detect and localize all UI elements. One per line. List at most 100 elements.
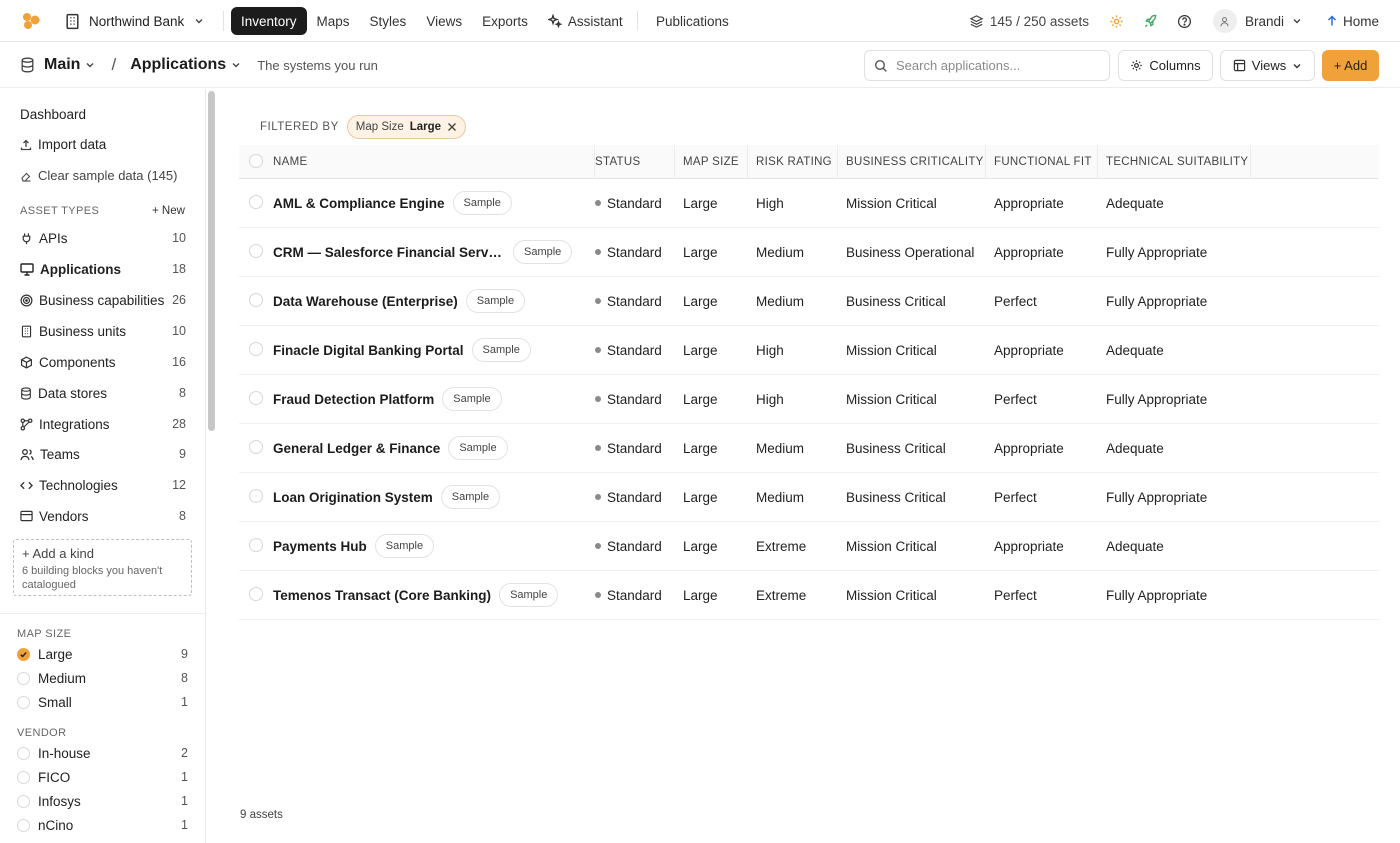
rocket-icon[interactable] [1141,11,1161,31]
column-header-business-criticality[interactable]: BUSINESS CRITICALITY [838,145,986,179]
facet-vendor-ncino[interactable]: nCino 1 [17,815,188,835]
sidebar-item-business-capabilities[interactable]: Business capabilities 26 [20,289,186,311]
columns-button[interactable]: Columns [1118,50,1213,81]
row-checkbox[interactable] [249,489,263,503]
sample-badge: Sample [374,534,435,558]
sample-badge: Sample [440,485,501,509]
nav-maps[interactable]: Maps [307,7,360,35]
search-input[interactable] [896,58,1096,73]
row-checkbox[interactable] [249,587,263,601]
facet-map-size-small[interactable]: Small 1 [17,692,188,712]
page-tagline: The systems you run [257,57,378,73]
sidebar-item-label: APIs [39,230,68,246]
cell-business-criticality: Business Critical [846,293,946,309]
views-button[interactable]: Views [1220,50,1315,81]
sidebar-item-vendors[interactable]: Vendors 8 [20,505,186,527]
sidebar-item-business-units[interactable]: Business units 10 [20,320,186,342]
column-header-technical-suitability[interactable]: TECHNICAL SUITABILITY [1098,145,1251,179]
sidebar-item-integrations[interactable]: Integrations 28 [20,413,186,435]
facet-vendor-in-house[interactable]: In-house 2 [17,743,188,763]
add-button[interactable]: + Add [1322,50,1379,81]
network-icon [20,418,33,431]
sidebar-clear-sample[interactable]: Clear sample data (145) [20,168,177,183]
cell-name[interactable]: Fraud Detection Platform Sample [265,375,502,423]
user-menu[interactable]: Brandi [1212,9,1302,33]
row-checkbox[interactable] [249,342,263,356]
search-box[interactable] [864,50,1110,81]
row-checkbox[interactable] [249,440,263,454]
facet-map-size-large[interactable]: Large 9 [17,644,188,664]
cell-name[interactable]: Temenos Transact (Core Banking) Sample [265,571,559,619]
cell-map-size: Large [683,195,718,211]
table-row[interactable]: Loan Origination System Sample Standard Lar… [239,473,1379,522]
cell-name[interactable]: Payments Hub Sample [265,522,435,570]
help-icon[interactable] [1175,11,1195,31]
cell-name[interactable]: General Ledger & Finance Sample [265,424,508,472]
column-header-functional-fit[interactable]: FUNCTIONAL FIT [986,145,1098,179]
table-row[interactable]: General Ledger & Finance Sample Standard La… [239,424,1379,473]
nav-publications[interactable]: Publications [646,7,739,35]
row-checkbox[interactable] [249,538,263,552]
nav-exports[interactable]: Exports [472,7,538,35]
cell-name[interactable]: Loan Origination System Sample [265,473,501,521]
sidebar-item-apis[interactable]: APIs 10 [20,227,186,249]
sidebar-scrollbar[interactable] [208,91,215,431]
home-link[interactable]: Home [1326,14,1379,29]
database-icon [20,386,32,400]
table-row[interactable]: AML & Compliance Engine Sample Standard Lar… [239,179,1379,228]
sidebar-item-components[interactable]: Components 16 [20,351,186,373]
table-row[interactable]: Data Warehouse (Enterprise) Sample Standar… [239,277,1379,326]
facet-vendor-infosys[interactable]: Infosys 1 [17,791,188,811]
select-all-checkbox[interactable] [249,154,263,168]
add-kind-button[interactable]: + Add a kind 6 building blocks you haven… [13,539,192,596]
code-icon [20,479,33,492]
sidebar-item-applications[interactable]: Applications 18 [20,258,186,280]
nav-assistant[interactable]: Assistant [538,7,633,35]
building-icon [64,13,81,30]
column-header-status[interactable]: STATUS [587,145,675,179]
table-row[interactable]: Payments Hub Sample Standard Large Extreme Mi… [239,522,1379,571]
cell-name[interactable]: CRM — Salesforce Financial Services Clou… [265,228,573,276]
cell-name[interactable]: AML & Compliance Engine Sample [265,179,512,227]
logo-icon[interactable] [21,11,41,31]
workspace-switcher[interactable]: Main [44,56,95,74]
column-header-risk-rating[interactable]: RISK RATING [748,145,838,179]
row-checkbox[interactable] [249,391,263,405]
status-dot [595,543,601,549]
gear-icon [1130,59,1143,72]
sidebar-item-data-stores[interactable]: Data stores 8 [20,382,186,404]
column-header-map-size[interactable]: MAP SIZE [675,145,748,179]
cell-business-criticality: Mission Critical [846,391,937,407]
database-icon [20,57,35,73]
asset-count-footer: 9 assets [240,809,283,821]
cell-functional-fit: Perfect [994,489,1037,505]
org-switcher[interactable]: Northwind Bank [64,9,204,33]
row-checkbox[interactable] [249,293,263,307]
nav-styles[interactable]: Styles [360,7,417,35]
new-type-button[interactable]: + New [152,205,185,217]
row-checkbox[interactable] [249,244,263,258]
facet-vendor-fico[interactable]: FICO 1 [17,767,188,787]
settings-icon[interactable] [1107,11,1127,31]
table-row[interactable]: CRM — Salesforce Financial Services Clou… [239,228,1379,277]
cell-status: Standard [587,277,662,325]
column-header-name[interactable]: NAME [265,145,595,179]
nav-views[interactable]: Views [416,7,472,35]
cell-functional-fit: Appropriate [994,195,1064,211]
cell-name[interactable]: Finacle Digital Banking Portal Sample [265,326,531,374]
sidebar-dashboard[interactable]: Dashboard [20,107,86,122]
table-row[interactable]: Fraud Detection Platform Sample Standard La… [239,375,1379,424]
close-icon[interactable] [447,122,457,132]
table-row[interactable]: Finacle Digital Banking Portal Sample Stan… [239,326,1379,375]
page-title[interactable]: Applications [130,56,241,74]
sidebar-import-data[interactable]: Import data [20,137,106,152]
asset-quota[interactable]: 145 / 250 assets [969,14,1089,29]
table-row[interactable]: Temenos Transact (Core Banking) Sample Sta… [239,571,1379,620]
row-checkbox[interactable] [249,195,263,209]
filter-chip[interactable]: Map Size Large [346,115,467,139]
nav-inventory[interactable]: Inventory [231,7,307,35]
sidebar-item-technologies[interactable]: Technologies 12 [20,474,186,496]
facet-map-size-medium[interactable]: Medium 8 [17,668,188,688]
sidebar-item-teams[interactable]: Teams 9 [20,443,186,465]
cell-name[interactable]: Data Warehouse (Enterprise) Sample [265,277,526,325]
